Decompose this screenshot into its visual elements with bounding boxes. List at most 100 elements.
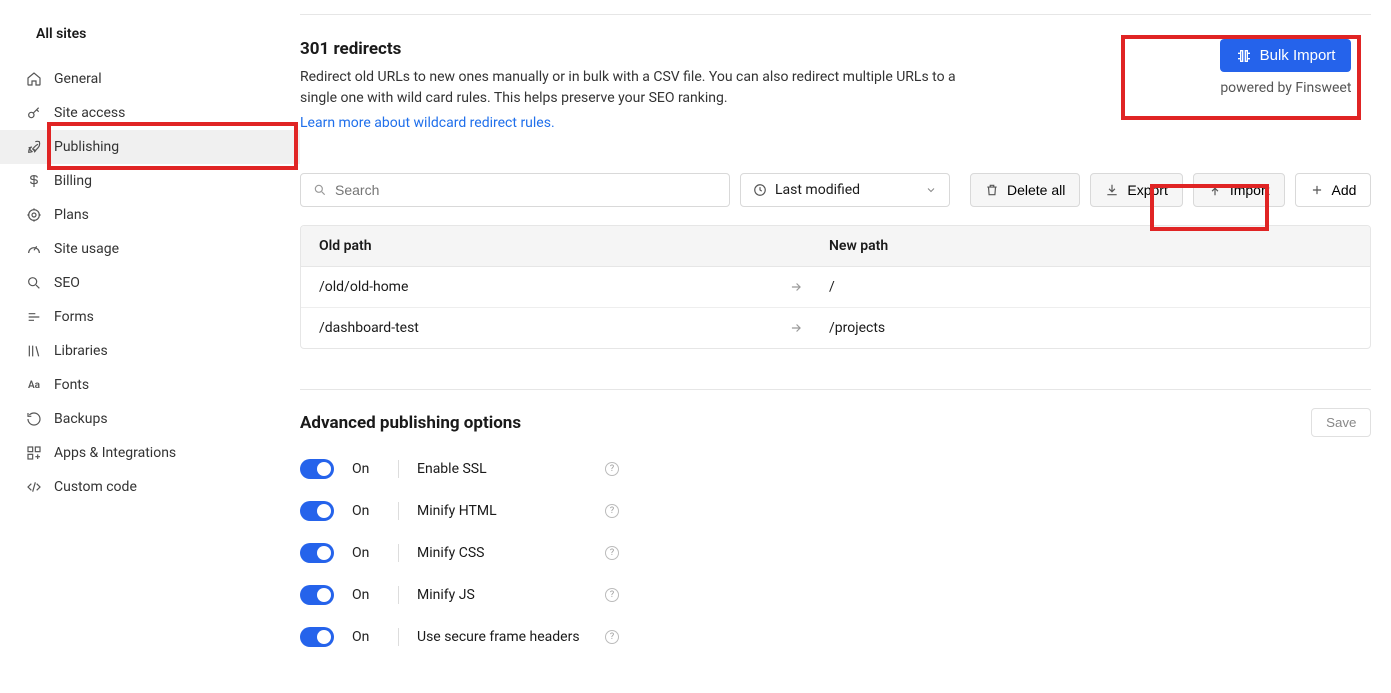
arrow-right-icon bbox=[789, 321, 829, 335]
bulk-import-icon bbox=[1236, 48, 1252, 64]
sidebar-item-forms[interactable]: Forms bbox=[0, 300, 300, 334]
trash-icon bbox=[985, 183, 999, 197]
sidebar-item-label: Billing bbox=[54, 173, 92, 189]
sidebar-item-label: Fonts bbox=[54, 377, 89, 393]
old-path-cell: /dashboard-test bbox=[319, 320, 789, 336]
help-icon[interactable]: ? bbox=[605, 588, 619, 602]
toggle-enable-ssl[interactable] bbox=[300, 459, 334, 479]
clock-icon bbox=[753, 183, 767, 197]
key-icon bbox=[26, 105, 42, 121]
search-icon bbox=[26, 275, 42, 291]
sidebar-item-publishing[interactable]: Publishing bbox=[0, 130, 300, 164]
col-old-path: Old path bbox=[319, 238, 789, 254]
export-button[interactable]: Export bbox=[1090, 173, 1182, 207]
toggle-secure-frame[interactable] bbox=[300, 627, 334, 647]
search-icon bbox=[313, 183, 327, 197]
option-label: Minify HTML bbox=[417, 503, 587, 519]
toggle-state-label: On bbox=[352, 629, 380, 645]
help-icon[interactable]: ? bbox=[605, 546, 619, 560]
rocket-icon bbox=[26, 139, 42, 155]
new-path-cell: /projects bbox=[829, 320, 1352, 336]
code-icon bbox=[26, 479, 42, 495]
bulk-import-label: Bulk Import bbox=[1260, 47, 1336, 64]
sidebar-item-label: Backups bbox=[54, 411, 108, 427]
option-minify-js: On Minify JS ? bbox=[300, 585, 1371, 605]
sidebar-item-seo[interactable]: SEO bbox=[0, 266, 300, 300]
gauge-icon bbox=[26, 241, 42, 257]
sidebar-item-site-usage[interactable]: Site usage bbox=[0, 232, 300, 266]
sidebar-item-label: General bbox=[54, 71, 102, 87]
option-label: Use secure frame headers bbox=[417, 629, 587, 645]
restore-icon bbox=[26, 411, 42, 427]
option-label: Enable SSL bbox=[417, 461, 587, 477]
toggle-state-label: On bbox=[352, 503, 380, 519]
sidebar-item-backups[interactable]: Backups bbox=[0, 402, 300, 436]
sidebar-item-fonts[interactable]: Aa Fonts bbox=[0, 368, 300, 402]
toggle-minify-css[interactable] bbox=[300, 543, 334, 563]
all-sites-label: All sites bbox=[36, 26, 86, 42]
sort-label: Last modified bbox=[775, 182, 860, 198]
toggle-minify-js[interactable] bbox=[300, 585, 334, 605]
sidebar-item-label: Plans bbox=[54, 207, 89, 223]
advanced-title: Advanced publishing options bbox=[300, 413, 521, 433]
libraries-icon bbox=[26, 343, 42, 359]
sidebar-item-custom-code[interactable]: Custom code bbox=[0, 470, 300, 504]
target-icon bbox=[26, 207, 42, 223]
redirects-title: 301 redirects bbox=[300, 39, 970, 59]
sidebar-item-libraries[interactable]: Libraries bbox=[0, 334, 300, 368]
option-minify-css: On Minify CSS ? bbox=[300, 543, 1371, 563]
toggle-state-label: On bbox=[352, 587, 380, 603]
toggle-state-label: On bbox=[352, 545, 380, 561]
import-icon bbox=[1208, 183, 1222, 197]
arrow-right-icon bbox=[789, 280, 829, 294]
save-button[interactable]: Save bbox=[1311, 408, 1371, 437]
sidebar-item-plans[interactable]: Plans bbox=[0, 198, 300, 232]
sidebar-item-site-access[interactable]: Site access bbox=[0, 96, 300, 130]
export-label: Export bbox=[1127, 182, 1167, 198]
sidebar-item-general[interactable]: General bbox=[0, 62, 300, 96]
fonts-icon: Aa bbox=[26, 377, 42, 393]
new-path-cell: / bbox=[829, 279, 1352, 295]
help-icon[interactable]: ? bbox=[605, 630, 619, 644]
help-icon[interactable]: ? bbox=[605, 504, 619, 518]
add-label: Add bbox=[1332, 182, 1357, 198]
sidebar-item-label: Site usage bbox=[54, 241, 119, 257]
option-secure-frame-headers: On Use secure frame headers ? bbox=[300, 627, 1371, 647]
redirects-description: Redirect old URLs to new ones manually o… bbox=[300, 67, 970, 109]
table-row[interactable]: /old/old-home / bbox=[301, 267, 1370, 308]
dollar-icon bbox=[26, 173, 42, 189]
sidebar-item-billing[interactable]: Billing bbox=[0, 164, 300, 198]
sidebar-item-label: Libraries bbox=[54, 343, 108, 359]
search-input-wrapper[interactable] bbox=[300, 173, 730, 207]
help-icon[interactable]: ? bbox=[605, 462, 619, 476]
delete-all-button[interactable]: Delete all bbox=[970, 173, 1080, 207]
sidebar-item-label: Forms bbox=[54, 309, 94, 325]
bulk-import-button[interactable]: Bulk Import bbox=[1220, 39, 1352, 72]
powered-by-label: powered by Finsweet bbox=[1220, 80, 1351, 96]
option-minify-html: On Minify HTML ? bbox=[300, 501, 1371, 521]
sidebar: All sites General Site access Publishing… bbox=[0, 0, 300, 693]
sidebar-item-label: Publishing bbox=[54, 139, 119, 155]
sidebar-item-label: SEO bbox=[54, 275, 80, 291]
home-icon bbox=[26, 71, 42, 87]
table-row[interactable]: /dashboard-test /projects bbox=[301, 308, 1370, 348]
delete-all-label: Delete all bbox=[1007, 182, 1065, 198]
option-label: Minify CSS bbox=[417, 545, 587, 561]
forms-icon bbox=[26, 309, 42, 325]
sidebar-item-apps[interactable]: Apps & Integrations bbox=[0, 436, 300, 470]
plus-icon bbox=[1310, 183, 1324, 197]
col-new-path: New path bbox=[829, 238, 1352, 254]
import-button[interactable]: Import bbox=[1193, 173, 1285, 207]
all-sites-link[interactable]: All sites bbox=[0, 18, 300, 50]
toggle-state-label: On bbox=[352, 461, 380, 477]
sidebar-item-label: Custom code bbox=[54, 479, 137, 495]
learn-more-link[interactable]: Learn more about wildcard redirect rules… bbox=[300, 115, 555, 131]
sort-dropdown[interactable]: Last modified bbox=[740, 173, 950, 207]
export-icon bbox=[1105, 183, 1119, 197]
redirects-table: Old path New path /old/old-home / /dashb… bbox=[300, 225, 1371, 349]
sidebar-item-label: Apps & Integrations bbox=[54, 445, 176, 461]
toggle-minify-html[interactable] bbox=[300, 501, 334, 521]
add-button[interactable]: Add bbox=[1295, 173, 1372, 207]
search-input[interactable] bbox=[335, 182, 717, 198]
main-content: 301 redirects Redirect old URLs to new o… bbox=[300, 0, 1391, 693]
